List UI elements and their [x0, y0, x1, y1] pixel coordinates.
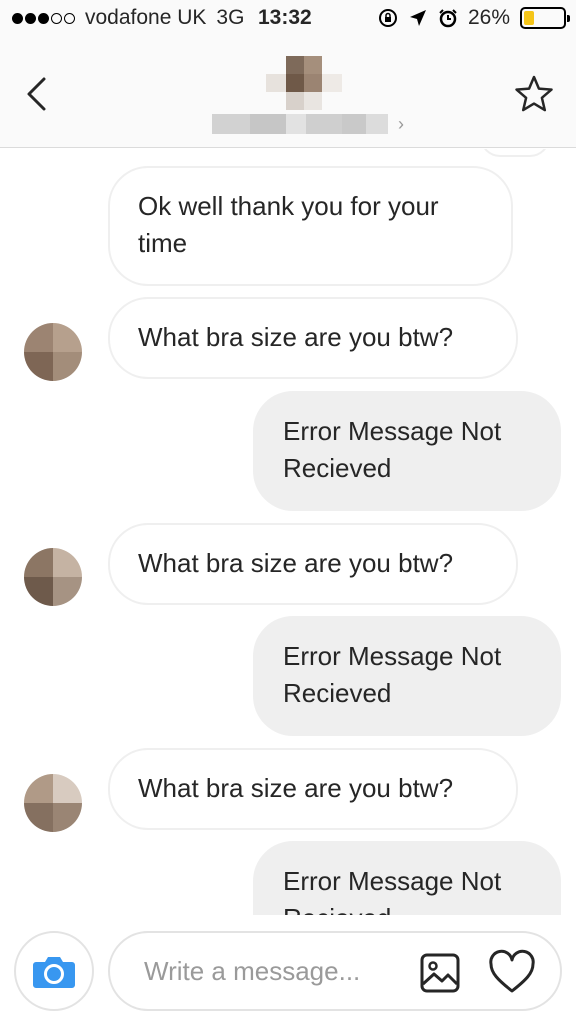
incoming-message[interactable]: Ok well thank you for your time	[108, 166, 513, 286]
message-text: What bra size are you btw?	[138, 548, 454, 578]
battery-percent: 26%	[467, 6, 510, 29]
sender-avatar[interactable]	[24, 323, 82, 381]
status-bar: vodafone UK 3G 13:32 26%	[0, 0, 576, 40]
status-right: 26%	[378, 6, 570, 30]
camera-icon	[33, 957, 75, 988]
status-left: vodafone UK 3G	[12, 6, 244, 30]
contact-chevron-icon: ›	[398, 114, 404, 134]
status-time: 13:32	[258, 6, 312, 29]
message-text: What bra size are you btw?	[138, 773, 454, 803]
image-icon	[420, 953, 460, 993]
outgoing-message[interactable]: Error Message Not Recieved	[253, 841, 561, 915]
message-text: Error Message Not Recieved	[283, 641, 502, 708]
conversation-header: ›	[0, 40, 576, 148]
message-thread[interactable]: Ok well thank you for your time What bra…	[0, 149, 576, 915]
sender-avatar[interactable]	[24, 548, 82, 606]
message-composer	[0, 915, 576, 1024]
star-outline-icon	[515, 75, 553, 112]
message-text: Error Message Not Recieved	[283, 866, 502, 915]
like-button[interactable]	[488, 949, 536, 997]
battery-icon	[520, 7, 570, 29]
contact-name-pixelated[interactable]	[212, 114, 388, 134]
network-type: 3G	[216, 6, 245, 29]
partial-message-bubble	[480, 149, 550, 157]
contact-avatar-pixelated[interactable]	[266, 56, 342, 116]
gallery-button[interactable]	[420, 953, 460, 993]
message-input-wrapper	[108, 931, 562, 1011]
outgoing-message[interactable]: Error Message Not Recieved	[253, 616, 561, 736]
message-text: Error Message Not Recieved	[283, 416, 502, 483]
incoming-message[interactable]: What bra size are you btw?	[108, 523, 518, 605]
message-input[interactable]	[144, 951, 394, 991]
incoming-message[interactable]: What bra size are you btw?	[108, 748, 518, 830]
signal-strength-icon	[12, 12, 75, 24]
message-text: Ok well thank you for your time	[138, 191, 439, 258]
back-button[interactable]	[18, 72, 54, 116]
alarm-icon	[438, 8, 458, 28]
chevron-left-icon	[27, 77, 46, 111]
sender-avatar[interactable]	[24, 774, 82, 832]
rotation-lock-icon	[378, 8, 398, 28]
message-text: What bra size are you btw?	[138, 322, 454, 352]
incoming-message[interactable]: What bra size are you btw?	[108, 297, 518, 379]
outgoing-message[interactable]: Error Message Not Recieved	[253, 391, 561, 511]
carrier-name: vodafone UK	[85, 6, 207, 29]
heart-icon	[489, 949, 535, 993]
favorite-button[interactable]	[512, 72, 556, 116]
camera-button[interactable]	[14, 931, 94, 1011]
location-arrow-icon	[408, 8, 428, 28]
